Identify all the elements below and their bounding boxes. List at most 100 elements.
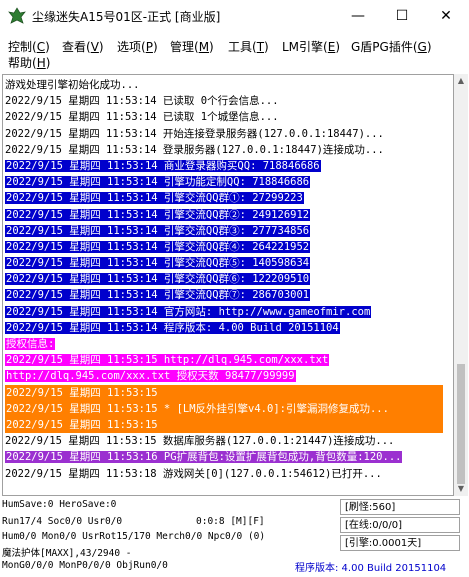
log-text: 2022/9/15 星期四 11:53:15 http://dlq.945.co… bbox=[5, 354, 330, 367]
log-line: 2022/9/15 星期四 11:53:14 引擎交流QQ群⑥: 1222095… bbox=[5, 271, 443, 287]
log-line: 2022/9/15 星期四 11:53:16 PG扩展背包:设置扩展背包成功,背… bbox=[5, 449, 443, 465]
log-text: 2022/9/15 星期四 11:53:14 引擎功能定制QQ: 7188466… bbox=[5, 176, 311, 189]
close-button[interactable]: ✕ bbox=[424, 0, 468, 32]
status-line-mon: MonG0/0/0 MonP0/0/0 ObjRun0/0 bbox=[2, 560, 168, 571]
menu-label-end: ) bbox=[98, 40, 104, 54]
menu-bar: 控制(C) 查看(V) 选项(P) 管理(M) 工具(T) LM引擎(E) G盾PG插件(G… bbox=[0, 32, 469, 72]
menu-item-2[interactable]: 选项(P) bbox=[117, 38, 158, 55]
log-text: 2022/9/15 星期四 11:53:15 * [LM反外挂引擎v4.0]:引… bbox=[5, 400, 443, 417]
menu-item-5[interactable]: LM引擎(E) bbox=[282, 38, 340, 55]
menu-label: 管理( bbox=[170, 40, 199, 54]
menu-accelerator: C bbox=[36, 40, 46, 54]
log-panel[interactable]: 游戏处理引擎初始化成功... 2022/9/15 星期四 11:53:14 已读取… bbox=[2, 74, 454, 496]
log-text: 2022/9/15 星期四 11:53:18 游戏网关[0](127.0.0.1… bbox=[5, 467, 382, 480]
menu-accelerator: T bbox=[256, 40, 265, 54]
log-line: 2022/9/15 星期四 11:53:18 游戏网关[0](127.0.0.1… bbox=[5, 466, 443, 482]
log-line: 2022/9/15 星期四 11:53:14 引擎交流QQ群⑤: 1405986… bbox=[5, 255, 443, 271]
menu-item-0[interactable]: 控制(C) bbox=[8, 38, 50, 55]
online-box: [在线:0/0/0] bbox=[340, 517, 460, 533]
menu-item-3[interactable]: 管理(M) bbox=[170, 38, 214, 55]
menu-item-4[interactable]: 工具(T) bbox=[228, 38, 269, 55]
log-line: 2022/9/15 星期四 11:53:14 引擎交流QQ群⑦: 2867030… bbox=[5, 287, 443, 303]
minimize-button[interactable]: — bbox=[336, 0, 380, 32]
log-text: 授权信息: bbox=[5, 338, 56, 350]
menu-label: 帮助( bbox=[8, 56, 37, 70]
log-text: 2022/9/15 星期四 11:53:15 bbox=[5, 416, 443, 434]
log-text: 2022/9/15 星期四 11:53:14 引擎交流QQ群③: 2777348… bbox=[5, 224, 311, 237]
scroll-thumb[interactable] bbox=[457, 364, 465, 484]
log-line: 2022/9/15 星期四 11:53:14 开始连接登录服务器(127.0.0… bbox=[5, 126, 443, 142]
status-line-run: Run17/4 Soc0/0 Usr0/0 bbox=[2, 516, 123, 527]
menu-item-1[interactable]: 查看(V) bbox=[62, 38, 104, 55]
menu-accelerator: M bbox=[198, 40, 210, 54]
scroll-down-icon[interactable]: ▼ bbox=[454, 482, 468, 496]
log-text: 2022/9/15 星期四 11:53:14 引擎交流QQ群⑤: 1405986… bbox=[5, 257, 311, 270]
window-title: 尘缘迷失A15号01区-正式 [商业版] bbox=[32, 10, 221, 24]
log-line: 2022/9/15 星期四 11:53:14 商业登录器购买QQ: 718846… bbox=[5, 158, 443, 174]
log-text: 2022/9/15 星期四 11:53:15 数据库服务器(127.0.0.1:… bbox=[5, 435, 395, 448]
refresh-box: [刷怪:560] bbox=[340, 499, 460, 515]
log-text: 2022/9/15 星期四 11:53:14 已读取 0个行会信息... bbox=[5, 95, 279, 108]
menu-label-end: ) bbox=[45, 56, 51, 70]
menu-item-7[interactable]: 帮助(H) bbox=[8, 54, 50, 71]
log-lines: 游戏处理引擎初始化成功... 2022/9/15 星期四 11:53:14 已读取… bbox=[5, 77, 443, 482]
title-bar: 尘缘迷失A15号01区-正式 [商业版] — ☐ ✕ bbox=[0, 0, 469, 32]
log-line: 2022/9/15 星期四 11:53:15 bbox=[5, 384, 443, 401]
log-line: 2022/9/15 星期四 11:53:14 已读取 1个城堡信息... bbox=[5, 109, 443, 125]
log-text: http://dlq.945.com/xxx.txt 授权天数 98477/99… bbox=[5, 370, 296, 383]
log-text: 2022/9/15 星期四 11:53:14 开始连接登录服务器(127.0.0… bbox=[5, 127, 384, 140]
log-line: 2022/9/15 星期四 11:53:15 数据库服务器(127.0.0.1:… bbox=[5, 433, 443, 449]
log-line: 2022/9/15 星期四 11:53:14 程序版本: 4.00 Build … bbox=[5, 320, 443, 336]
log-line: 游戏处理引擎初始化成功... bbox=[5, 77, 443, 93]
menu-label: 控制( bbox=[8, 40, 37, 54]
app-icon bbox=[8, 7, 26, 24]
menu-accelerator: P bbox=[145, 40, 153, 54]
menu-label-end: ) bbox=[209, 40, 214, 54]
log-text: 2022/9/15 星期四 11:53:14 官方网站: http://www.… bbox=[5, 305, 372, 318]
log-line: 2022/9/15 星期四 11:53:14 引擎交流QQ群②: 2491269… bbox=[5, 207, 443, 223]
status-line-save: HumSave:0 HeroSave:0 bbox=[2, 499, 117, 510]
menu-label: 查看( bbox=[62, 40, 91, 54]
menu-label-end: ) bbox=[45, 40, 50, 54]
log-line: 2022/9/15 星期四 11:53:14 引擎交流QQ群①: 2729922… bbox=[5, 190, 443, 206]
log-text: 2022/9/15 星期四 11:53:14 引擎交流QQ群④: 2642219… bbox=[5, 240, 311, 253]
log-line: 2022/9/15 星期四 11:53:15 bbox=[5, 416, 443, 434]
menu-label: 工具( bbox=[228, 40, 257, 54]
menu-accelerator: G bbox=[417, 40, 427, 54]
log-line: 2022/9/15 星期四 11:53:14 引擎交流QQ群④: 2642219… bbox=[5, 239, 443, 255]
log-text: 2022/9/15 星期四 11:53:15 bbox=[5, 384, 443, 401]
log-line: 2022/9/15 星期四 11:53:15 http://dlq.945.co… bbox=[5, 352, 443, 368]
log-line: 2022/9/15 星期四 11:53:15 * [LM反外挂引擎v4.0]:引… bbox=[5, 400, 443, 417]
version-label: 程序版本: 4.00 Build 20151104 bbox=[295, 563, 447, 574]
menu-label: 选项( bbox=[117, 40, 146, 54]
log-text: 2022/9/15 星期四 11:53:14 已读取 1个城堡信息... bbox=[5, 111, 279, 124]
menu-item-6[interactable]: G盾PG插件(G) bbox=[351, 38, 432, 55]
menu-accelerator: V bbox=[90, 40, 99, 54]
log-text: 2022/9/15 星期四 11:53:14 引擎交流QQ群⑥: 1222095… bbox=[5, 273, 311, 286]
log-line: http://dlq.945.com/xxx.txt 授权天数 98477/99… bbox=[5, 368, 443, 384]
menu-label-end: ) bbox=[335, 40, 341, 54]
log-text: 2022/9/15 星期四 11:53:14 商业登录器购买QQ: 718846… bbox=[5, 159, 321, 172]
status-line-hum: Hum0/0 Mon0/0 UsrRot15/170 Merch0/0 Npc0… bbox=[2, 531, 266, 542]
status-line-magic: 魔法护体[MAXX],43/2940 - bbox=[2, 548, 132, 559]
log-line: 2022/9/15 星期四 11:53:14 登录服务器(127.0.0.1:1… bbox=[5, 142, 443, 158]
menu-label-end: ) bbox=[152, 40, 158, 54]
log-text: 游戏处理引擎初始化成功... bbox=[5, 79, 140, 91]
log-line: 2022/9/15 星期四 11:53:14 已读取 0个行会信息... bbox=[5, 93, 443, 109]
menu-label: G盾PG插件( bbox=[351, 40, 418, 54]
log-line: 2022/9/15 星期四 11:53:14 引擎交流QQ群③: 2777348… bbox=[5, 223, 443, 239]
log-text: 2022/9/15 星期四 11:53:14 引擎交流QQ群⑦: 2867030… bbox=[5, 289, 311, 302]
log-line: 2022/9/15 星期四 11:53:14 官方网站: http://www.… bbox=[5, 304, 443, 320]
status-line-time: 0:0:8 [M][F] bbox=[196, 516, 265, 527]
engine-box: [引擎:0.0001天] bbox=[340, 535, 460, 551]
log-text: 2022/9/15 星期四 11:53:14 引擎交流QQ群①: 2729922… bbox=[5, 192, 304, 205]
scroll-up-icon[interactable]: ▲ bbox=[454, 74, 468, 88]
log-text: 2022/9/15 星期四 11:53:14 程序版本: 4.00 Build … bbox=[5, 321, 340, 334]
log-line: 授权信息: bbox=[5, 336, 443, 352]
maximize-button[interactable]: ☐ bbox=[380, 0, 424, 32]
log-scrollbar[interactable]: ▲ ▼ bbox=[454, 74, 468, 496]
log-text: 2022/9/15 星期四 11:53:14 登录服务器(127.0.0.1:1… bbox=[5, 143, 384, 156]
log-line: 2022/9/15 星期四 11:53:14 引擎功能定制QQ: 7188466… bbox=[5, 174, 443, 190]
menu-label-end: ) bbox=[426, 40, 432, 54]
menu-label: LM引擎( bbox=[282, 40, 328, 54]
